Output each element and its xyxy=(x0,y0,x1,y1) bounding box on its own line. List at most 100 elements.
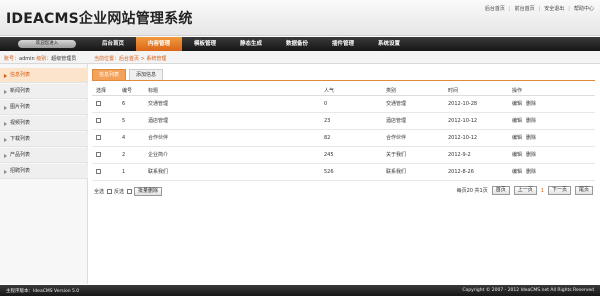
link-site-home[interactable]: 前台首页 xyxy=(515,5,535,12)
sidebar-item-image-list[interactable]: 图片列表 xyxy=(0,100,88,115)
main-content: 信息列表 添加信息 选择 编号 标题 人气 类别 时间 操作 6 交通管理 0 xyxy=(88,64,600,284)
arrow-right-icon xyxy=(4,74,7,78)
last-page-button[interactable]: 尾页 xyxy=(574,186,593,195)
version-text: 主程序版本：IdeaCMS Version 5.0 xyxy=(6,289,80,294)
col-header-select: 选择 xyxy=(92,87,118,96)
link-logout[interactable]: 安全退出 xyxy=(544,5,564,12)
row-time: 2012-10-12 xyxy=(444,112,508,130)
bulk-delete-button[interactable]: 批量删除 xyxy=(134,187,163,196)
edit-link[interactable]: 编辑 xyxy=(512,118,522,124)
row-checkbox[interactable] xyxy=(96,151,101,157)
sidebar-item-job-list[interactable]: 招聘列表 xyxy=(0,164,88,179)
row-id: 4 xyxy=(118,129,144,147)
arrow-right-icon xyxy=(4,170,7,174)
col-header-time: 时间 xyxy=(444,87,508,96)
table-row: 5 酒店管理 23 酒店管理 2012-10-12 编辑 删除 xyxy=(92,112,595,130)
sidebar-item-info-list[interactable]: 信息列表 xyxy=(0,68,88,83)
logo: IDEACMS企业网站管理系统 xyxy=(6,11,193,27)
arrow-right-icon xyxy=(4,122,7,126)
row-title: 企业简介 xyxy=(144,146,320,164)
edit-link[interactable]: 编辑 xyxy=(512,135,522,141)
select-all-checkbox[interactable] xyxy=(107,189,113,194)
row-time: 2012-10-12 xyxy=(444,129,508,147)
nav-item-backup[interactable]: 数据备份 xyxy=(274,37,320,51)
row-category: 合作伙伴 xyxy=(382,129,444,147)
info-bar: 账号：admin 级别：超级管理员 当前位置：后台首页 > 系统管理 xyxy=(0,51,600,64)
tab-add-info[interactable]: 添加信息 xyxy=(129,69,164,80)
delete-link[interactable]: 删除 xyxy=(526,101,536,107)
link-help[interactable]: 帮助中心 xyxy=(574,5,594,12)
table-row: 2 企业简介 245 关于我们 2012-9-2 编辑 删除 xyxy=(92,146,595,164)
row-category: 交通管理 xyxy=(382,95,444,113)
row-category: 关于我们 xyxy=(382,146,444,164)
table-footer: 全选 反选 批量删除 每页20 共1页 首页 上一页 1 下一页 尾页 xyxy=(92,185,595,197)
col-header-id: 编号 xyxy=(118,87,144,96)
next-page-button[interactable]: 下一页 xyxy=(547,186,571,195)
page-summary: 每页20 共1页 xyxy=(456,188,488,194)
nav-item-admin-home[interactable]: 后台首页 xyxy=(90,37,136,51)
row-title: 合作伙伴 xyxy=(144,129,320,147)
arrow-right-icon xyxy=(4,154,7,158)
sidebar-item-news-list[interactable]: 新闻列表 xyxy=(0,84,88,99)
nav-item-content[interactable]: 内容管理 xyxy=(136,37,182,51)
invert-label: 反选 xyxy=(114,189,125,195)
bulk-actions: 全选 反选 批量删除 xyxy=(94,187,163,196)
sidebar-item-video-list[interactable]: 视频列表 xyxy=(0,116,88,131)
nav-item-plugins[interactable]: 插件管理 xyxy=(320,37,366,51)
prev-page-button[interactable]: 上一页 xyxy=(513,186,537,195)
row-title: 交通管理 xyxy=(144,95,320,113)
row-time: 2012-9-2 xyxy=(444,146,508,164)
status-bar: 主程序版本：IdeaCMS Version 5.0 Copyright © 20… xyxy=(0,285,600,296)
row-views: 0 xyxy=(320,95,382,113)
row-checkbox[interactable] xyxy=(96,168,101,174)
table-row: 4 合作伙伴 82 合作伙伴 2012-10-12 编辑 删除 xyxy=(92,129,595,147)
tab-underline xyxy=(92,80,595,81)
pagination: 每页20 共1页 首页 上一页 1 下一页 尾页 xyxy=(453,186,593,195)
delete-link[interactable]: 删除 xyxy=(526,118,536,124)
username: admin xyxy=(19,56,35,62)
first-page-button[interactable]: 首页 xyxy=(491,186,510,195)
delete-link[interactable]: 删除 xyxy=(526,152,536,158)
edit-link[interactable]: 编辑 xyxy=(512,101,522,107)
select-all-label: 全选 xyxy=(94,189,105,195)
col-header-views: 人气 xyxy=(320,87,382,96)
nav-item-templates[interactable]: 模板管理 xyxy=(182,37,228,51)
col-header-actions: 操作 xyxy=(508,87,595,96)
row-id: 2 xyxy=(118,146,144,164)
welcome-badge: 欢迎您进入 xyxy=(18,40,76,48)
row-time: 2012-10-28 xyxy=(444,95,508,113)
nav-item-settings[interactable]: 系统设置 xyxy=(366,37,412,51)
tabs: 信息列表 添加信息 xyxy=(92,69,166,80)
row-checkbox[interactable] xyxy=(96,134,101,140)
nav-item-static[interactable]: 静态生成 xyxy=(228,37,274,51)
row-category: 酒店管理 xyxy=(382,112,444,130)
sidebar-item-product-list[interactable]: 产品列表 xyxy=(0,148,88,163)
delete-link[interactable]: 删除 xyxy=(526,135,536,141)
row-time: 2012-8-26 xyxy=(444,163,508,181)
top-links: 后台首页 | 前台首页 | 安全退出 | 帮助中心 xyxy=(484,5,594,13)
main-nav: 欢迎您进入 后台首页 内容管理 模板管理 静态生成 数据备份 插件管理 系统设置 xyxy=(0,37,600,51)
row-views: 23 xyxy=(320,112,382,130)
table-row: 1 联系我们 526 联系我们 2012-8-26 编辑 删除 xyxy=(92,163,595,181)
row-checkbox[interactable] xyxy=(96,117,101,123)
edit-link[interactable]: 编辑 xyxy=(512,169,522,175)
table-row: 6 交通管理 0 交通管理 2012-10-28 编辑 删除 xyxy=(92,95,595,113)
arrow-right-icon xyxy=(4,90,7,94)
user-level: 超级管理员 xyxy=(51,56,77,62)
tab-info-list[interactable]: 信息列表 xyxy=(92,69,127,80)
row-checkbox[interactable] xyxy=(96,100,101,106)
link-admin-home[interactable]: 后台首页 xyxy=(485,5,505,12)
row-id: 6 xyxy=(118,95,144,113)
edit-link[interactable]: 编辑 xyxy=(512,152,522,158)
breadcrumb: 当前位置：后台首页 > 系统管理 xyxy=(94,56,167,62)
row-views: 245 xyxy=(320,146,382,164)
current-page[interactable]: 1 xyxy=(541,188,544,194)
row-id: 1 xyxy=(118,163,144,181)
sidebar: 信息列表 新闻列表 图片列表 视频列表 下载列表 产品列表 招聘列表 xyxy=(0,64,88,284)
delete-link[interactable]: 删除 xyxy=(526,169,536,175)
sidebar-item-download-list[interactable]: 下载列表 xyxy=(0,132,88,147)
invert-checkbox[interactable] xyxy=(127,189,133,194)
copyright-text: Copyright © 2007 - 2012 IdeaCMS.net All … xyxy=(462,288,594,293)
row-title: 联系我们 xyxy=(144,163,320,181)
col-header-category: 类别 xyxy=(382,87,444,96)
